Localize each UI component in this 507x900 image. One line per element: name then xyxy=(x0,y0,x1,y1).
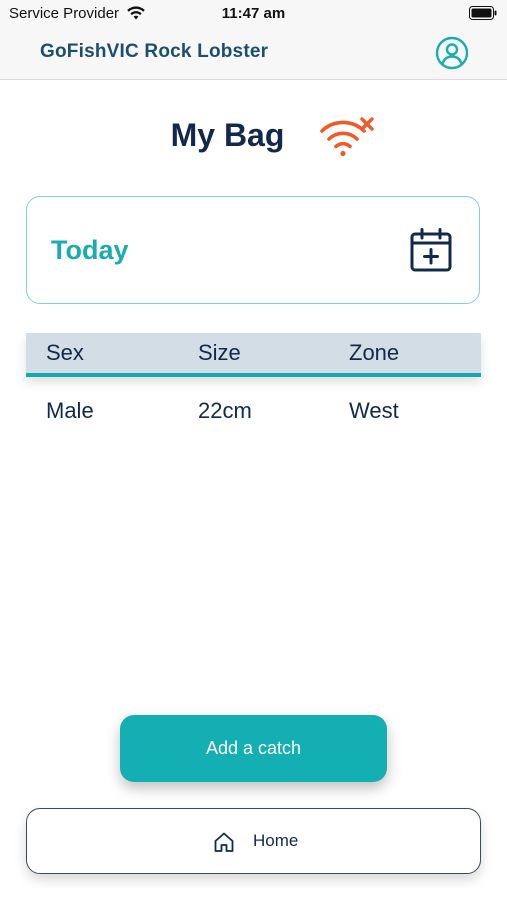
cell-zone: West xyxy=(349,398,399,423)
home-nav-button[interactable]: Home xyxy=(26,808,481,874)
catch-table-header: Sex Size Zone xyxy=(26,333,481,377)
user-circle-icon[interactable] xyxy=(435,36,469,70)
home-icon xyxy=(214,832,234,852)
wifi-off-icon xyxy=(320,117,374,157)
screen: Service Provider 11:47 am GoFishVIC Rock… xyxy=(0,0,507,900)
column-header-sex: Sex xyxy=(46,340,84,365)
calendar-add-icon[interactable] xyxy=(410,228,452,272)
app-title: GoFishVIC Rock Lobster xyxy=(40,41,269,62)
date-selector[interactable]: Today xyxy=(26,196,480,304)
status-bar: Service Provider 11:47 am xyxy=(0,0,507,28)
column-header-zone: Zone xyxy=(349,340,400,365)
page-title: My Bag xyxy=(170,117,285,153)
cell-size: 22cm xyxy=(198,398,252,423)
navigation-bar: GoFishVIC Rock Lobster xyxy=(0,28,507,80)
cell-sex: Male xyxy=(46,398,94,423)
column-header-size: Size xyxy=(198,340,241,365)
clock-label: 11:47 am xyxy=(221,5,286,22)
table-row[interactable]: Male 22cm West xyxy=(26,385,481,433)
home-label: Home xyxy=(253,831,299,850)
date-label: Today xyxy=(51,235,129,265)
battery-icon xyxy=(469,6,497,20)
add-catch-button[interactable]: Add a catch xyxy=(120,715,387,782)
